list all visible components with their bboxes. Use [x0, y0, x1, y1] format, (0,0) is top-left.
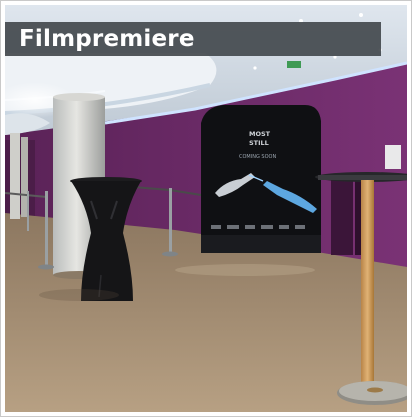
banner-tagline: COMING SOON	[239, 154, 276, 160]
caption-title: Filmpremiere	[19, 26, 195, 52]
gallery-tile[interactable]: MOST STILL COMING SOON Filmpremiere	[0, 0, 412, 417]
banner-line-1: MOST	[249, 130, 271, 138]
event-hall-image: MOST STILL COMING SOON	[5, 5, 407, 412]
event-photo: MOST STILL COMING SOON	[5, 5, 407, 412]
caption-bar: Filmpremiere	[5, 22, 381, 56]
banner-line-2: STILL	[249, 139, 269, 147]
